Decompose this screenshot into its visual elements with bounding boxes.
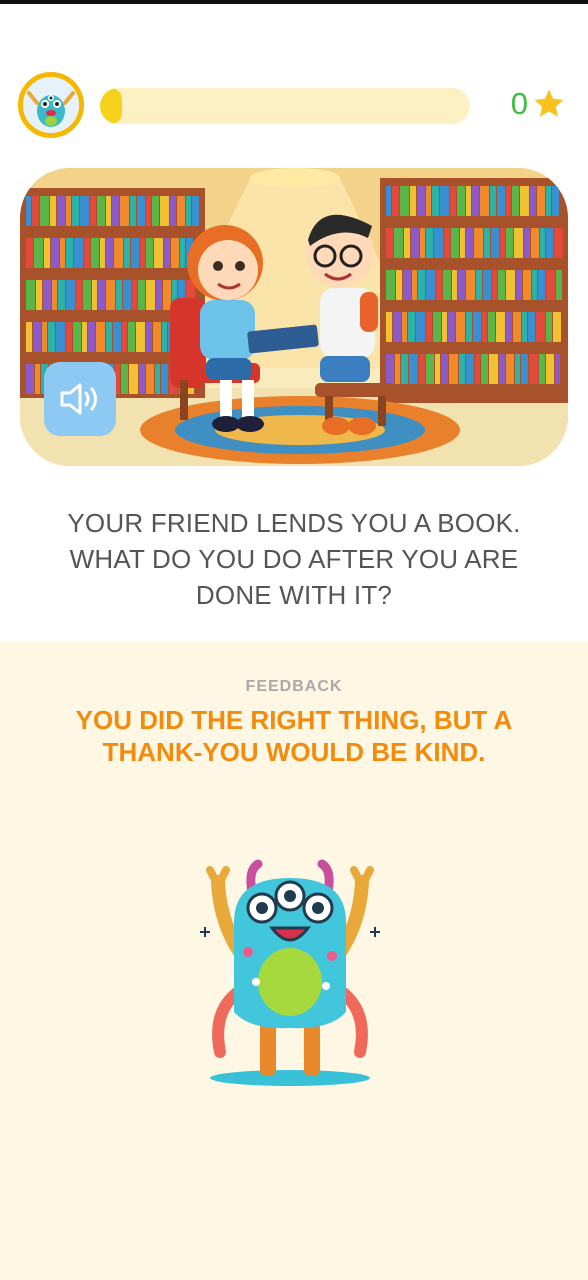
feedback-message: YOU DID THE RIGHT THING, BUT A THANK-YOU… (75, 705, 513, 767)
header: 0 (0, 72, 588, 142)
progress-bar (100, 88, 470, 124)
score-counter: 0 (511, 84, 566, 124)
status-bar-edge (0, 0, 588, 4)
feedback-panel: FEEDBACK YOU DID THE RIGHT THING, BUT A … (0, 642, 588, 1280)
score-value: 0 (510, 86, 528, 121)
speaker-button[interactable] (44, 362, 116, 436)
monster-mascot (200, 859, 380, 1086)
star-icon (534, 89, 564, 117)
feedback-label: FEEDBACK (245, 678, 343, 695)
monster-avatar-icon[interactable] (18, 72, 84, 138)
question-text: YOUR FRIEND LENDS YOU A BOOK. WHAT DO YO… (67, 508, 521, 610)
speaker-icon (60, 383, 97, 415)
progress-fill (100, 88, 123, 124)
